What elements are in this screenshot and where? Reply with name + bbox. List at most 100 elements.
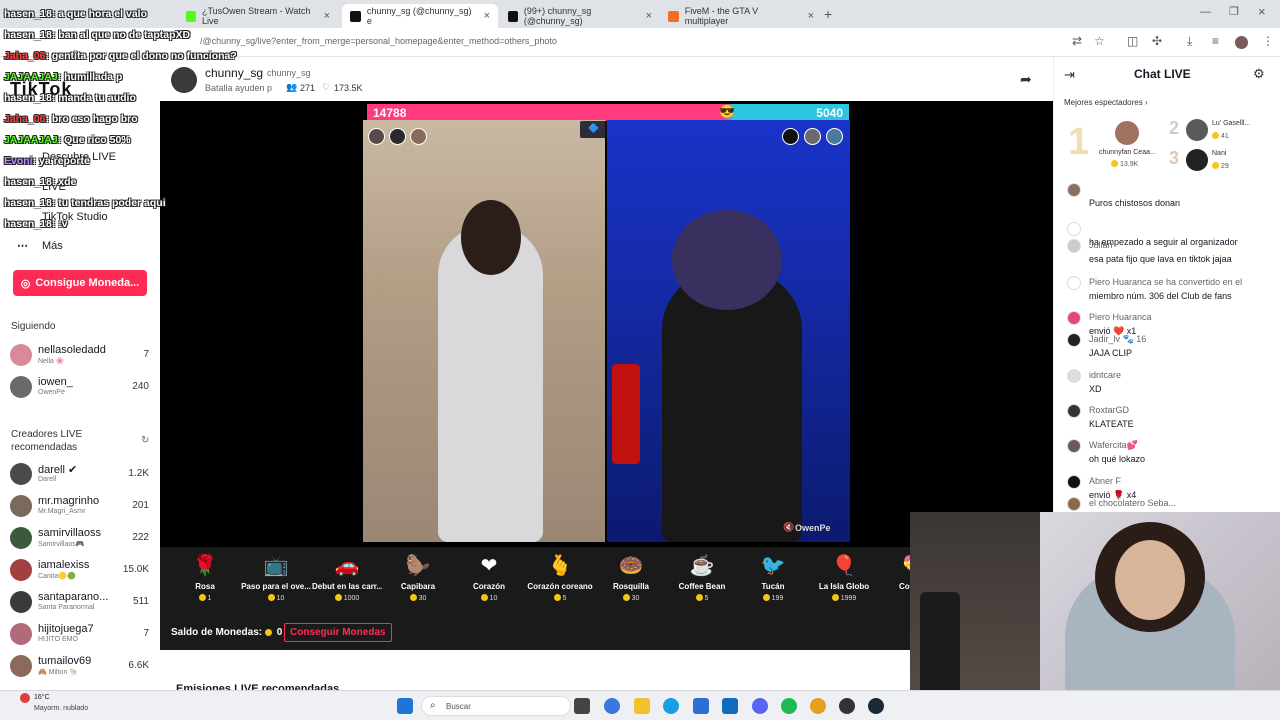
copilot-icon[interactable] [604, 698, 620, 714]
chat-avatar[interactable] [1067, 333, 1081, 347]
tab-tiktok-live[interactable]: chunny_sg (@chunny_sg) e × [342, 4, 498, 28]
creator-row[interactable]: hijitojuega7 HIJITO EMO 7 [8, 621, 153, 653]
tab-tiktok-profile[interactable]: (99+) chunny_sg (@chunny_sg) × [500, 4, 660, 28]
gear-icon[interactable]: ⚙ [1253, 66, 1265, 82]
chat-username[interactable]: Abner F [1089, 476, 1121, 486]
mute-icon[interactable]: 🔇 [783, 522, 794, 533]
gift-item[interactable]: 🫰 Corazón coreano 5 [525, 553, 595, 613]
chat-avatar[interactable] [1067, 497, 1081, 511]
top-viewer-avatar[interactable] [1186, 119, 1208, 141]
gift-item[interactable]: 🍩 Rosquilla 30 [596, 553, 666, 613]
supporter-avatar[interactable] [368, 128, 385, 145]
maximize-icon[interactable]: ❐ [1229, 5, 1239, 18]
chat-username[interactable]: Piero Huaranca [1089, 312, 1152, 322]
chrome-icon[interactable] [810, 698, 826, 714]
puzzle-icon[interactable]: ✣ [1152, 34, 1162, 48]
supporter-avatar[interactable] [389, 128, 406, 145]
heart-icon: ♡ [322, 82, 331, 92]
close-icon[interactable]: × [324, 10, 330, 22]
creator-row[interactable]: santaparano... Santa Paranormal 511 [8, 589, 153, 621]
chat-username[interactable]: Jadir_lv 🐾 16 [1089, 334, 1146, 345]
coin-icon [1111, 160, 1118, 167]
creator-row[interactable]: nellasoledadd Nella 🌸 7 [8, 342, 153, 374]
chat-avatar[interactable] [1067, 183, 1081, 197]
close-icon[interactable]: × [646, 10, 652, 22]
minimize-icon[interactable]: — [1200, 6, 1211, 18]
playlist-icon[interactable]: ≡ [1212, 34, 1219, 48]
windows-start-icon[interactable] [397, 698, 413, 714]
supporter-avatar[interactable] [826, 128, 843, 145]
edge-icon[interactable] [663, 698, 679, 714]
gift-item[interactable]: ❤ Corazón 10 [454, 553, 524, 613]
close-window-icon[interactable]: × [1258, 4, 1266, 19]
close-icon[interactable]: × [808, 10, 814, 22]
gift-price: 5 [667, 594, 737, 602]
recommended-section: Emisiones LIVE recomendadas [160, 650, 910, 690]
top-viewer-name: chunnyfan Ceaa... [1099, 149, 1156, 156]
taskbar-search[interactable]: ⌕ Buscar [421, 696, 571, 716]
top-viewer-avatar[interactable] [1186, 149, 1208, 171]
battle-score-bar: 14788 😎 5040 [367, 104, 849, 121]
gift-item[interactable]: 🐦 Tucán 199 [738, 553, 808, 613]
gift-item[interactable]: 🌹 Rosa 1 [170, 553, 240, 613]
chat-avatar[interactable] [1067, 404, 1081, 418]
spotify-icon[interactable] [781, 698, 797, 714]
chat-avatar[interactable] [1067, 475, 1081, 489]
chat-username[interactable]: idntcare [1089, 370, 1121, 380]
profile-avatar[interactable] [1235, 36, 1248, 49]
chat-username[interactable]: el chocolatero Seba... [1089, 498, 1176, 508]
chat-avatar[interactable] [1067, 439, 1081, 453]
translate-icon[interactable]: ⇄ [1072, 34, 1082, 48]
get-coins-link[interactable]: Conseguir Monedas [284, 623, 392, 642]
get-coins-button[interactable]: ◎ Consigue Moneda... [13, 270, 147, 296]
chat-avatar[interactable] [1067, 369, 1081, 383]
collapse-chat-icon[interactable]: ⇥ [1064, 67, 1075, 83]
share-icon[interactable]: ➦ [1020, 71, 1032, 88]
weather-temp[interactable]: 16°C [34, 694, 50, 701]
creator-row[interactable]: darell ✔ Darell 1.2K [8, 461, 153, 493]
supporter-avatar[interactable] [410, 128, 427, 145]
tab-fivem[interactable]: FiveM - the GTA V multiplayer × [660, 4, 822, 28]
top-viewers-label: Mejores espectadores [1064, 98, 1143, 107]
close-icon[interactable]: × [484, 10, 490, 22]
file-explorer-icon[interactable] [634, 698, 650, 714]
chat-username[interactable]: Julian [1089, 240, 1113, 250]
chat-username[interactable]: Piero Huaranca se ha convertido en el [1089, 277, 1242, 287]
creator-row[interactable]: iowen_ OwenPe 240 [8, 374, 153, 406]
creator-row[interactable]: samirvillaoss Samirvillaos🎮 222 [8, 525, 153, 557]
steam-icon[interactable] [868, 698, 884, 714]
chat-avatar[interactable] [1067, 311, 1081, 325]
chat-username[interactable]: RoxtarGD [1089, 405, 1129, 415]
gift-item[interactable]: ☕ Coffee Bean 5 [667, 553, 737, 613]
store-icon[interactable] [693, 698, 709, 714]
task-view-icon[interactable] [574, 698, 590, 714]
gift-item[interactable]: 🦫 Capibara 30 [383, 553, 453, 613]
obs-icon[interactable] [839, 698, 855, 714]
url-field[interactable]: /@chunny_sg/live?enter_from_merge=person… [200, 36, 557, 46]
gift-item[interactable]: 📺 Paso para el ove... 10 [241, 553, 311, 613]
chat-avatar[interactable] [1067, 276, 1081, 290]
gift-item[interactable]: 🎈 La Isla Globo 1999 [809, 553, 879, 613]
chat-avatar[interactable] [1067, 239, 1081, 253]
top-viewer-avatar[interactable] [1115, 121, 1139, 145]
extension-icon[interactable]: ◫ [1127, 34, 1138, 48]
outlook-icon[interactable] [722, 698, 738, 714]
creator-row[interactable]: iamalexiss Canita🟡🟢 15.0K [8, 557, 153, 589]
star-icon[interactable]: ☆ [1094, 34, 1105, 48]
new-tab-button[interactable]: + [824, 6, 832, 22]
menu-icon[interactable]: ⋮ [1262, 34, 1274, 48]
chat-username[interactable]: Wafercita💕 [1089, 440, 1138, 451]
download-icon[interactable]: ⤓ [1187, 34, 1192, 49]
top-viewers-link[interactable]: Mejores espectadores › [1064, 98, 1148, 107]
creator-row[interactable]: mr.magrinho Mr.Magri_Asmr 201 [8, 493, 153, 525]
supporter-avatar[interactable] [782, 128, 799, 145]
refresh-icon[interactable]: ↻ [141, 435, 149, 446]
gift-item[interactable]: 🚗 Debut en las carr... 1000 [312, 553, 382, 613]
supporter-avatar[interactable] [804, 128, 821, 145]
chat-avatar[interactable] [1067, 222, 1081, 236]
creator-row[interactable]: tumailov69 🙈 Milton 🐚 6.6K [8, 653, 153, 685]
discord-icon[interactable] [752, 698, 768, 714]
battle-right-score: 5040 [816, 106, 843, 120]
live-video[interactable]: 14788 😎 5040 🔷 6 OwenPe 🔇 [160, 101, 1053, 547]
weather-desc[interactable]: Mayorm. nublado [34, 705, 88, 712]
